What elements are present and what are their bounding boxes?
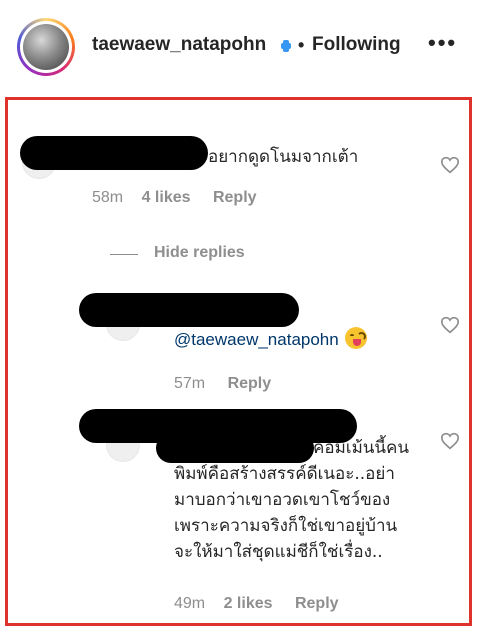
following-button[interactable]: Following xyxy=(312,34,401,56)
post-header: taewaew_natapohn • Following ••• xyxy=(0,0,479,92)
comment-text: @taewaew_natapohn xyxy=(174,327,367,353)
redacted-username xyxy=(79,293,299,327)
heart-outline-icon[interactable] xyxy=(440,156,460,174)
heart-outline-icon[interactable] xyxy=(440,316,460,334)
reply-button[interactable]: Reply xyxy=(295,595,339,612)
avatar-inner xyxy=(20,21,72,73)
header-separator: • xyxy=(298,35,305,55)
comment-time: 57m xyxy=(174,375,206,392)
comment-meta: 57m Reply xyxy=(174,375,271,393)
reply-button[interactable]: Reply xyxy=(213,189,257,206)
comment-time: 49m xyxy=(174,595,206,612)
reply-button[interactable]: Reply xyxy=(228,375,272,392)
heart-outline-icon[interactable] xyxy=(440,432,460,450)
comment-text-line: เพราะความจริงก็ใช่เขาอยู่บ้าน xyxy=(174,516,398,536)
more-options-button[interactable]: ••• xyxy=(428,30,457,56)
face-savoring-food-emoji xyxy=(344,327,367,349)
comment-text-line: จะให้มาใส่ชุดแม่ชีก็ใช่เรื่อง.. xyxy=(174,542,383,562)
verified-badge-icon xyxy=(281,40,291,52)
comment-likes[interactable]: 4 likes xyxy=(142,189,191,206)
replies-divider xyxy=(110,254,138,255)
comment-likes[interactable]: 2 likes xyxy=(224,595,273,612)
username[interactable]: taewaew_natapohn xyxy=(92,34,266,56)
comment-meta: 49m 2 likes Reply xyxy=(174,595,339,613)
comment-text-line: มาบอกว่าเขาอวดเขาโชว์ของ xyxy=(174,490,391,510)
redacted-text xyxy=(156,433,314,463)
hide-replies-button[interactable]: Hide replies xyxy=(154,244,245,262)
comment-meta: 58m 4 likes Reply xyxy=(92,189,257,207)
comment-text-line: พิมพ์คือสร้างสรรค์ดีเนอะ..อย่า xyxy=(174,464,395,484)
avatar-photo xyxy=(23,24,69,70)
comment-time: 58m xyxy=(92,189,124,206)
redacted-username xyxy=(20,136,208,170)
comment-text-line: คอมเม้นนี้คน xyxy=(313,438,410,458)
comment-text: อยากดูดโนมจากเต้า xyxy=(208,147,359,167)
mention-link[interactable]: @taewaew_natapohn xyxy=(174,330,339,349)
profile-avatar[interactable] xyxy=(17,18,75,76)
